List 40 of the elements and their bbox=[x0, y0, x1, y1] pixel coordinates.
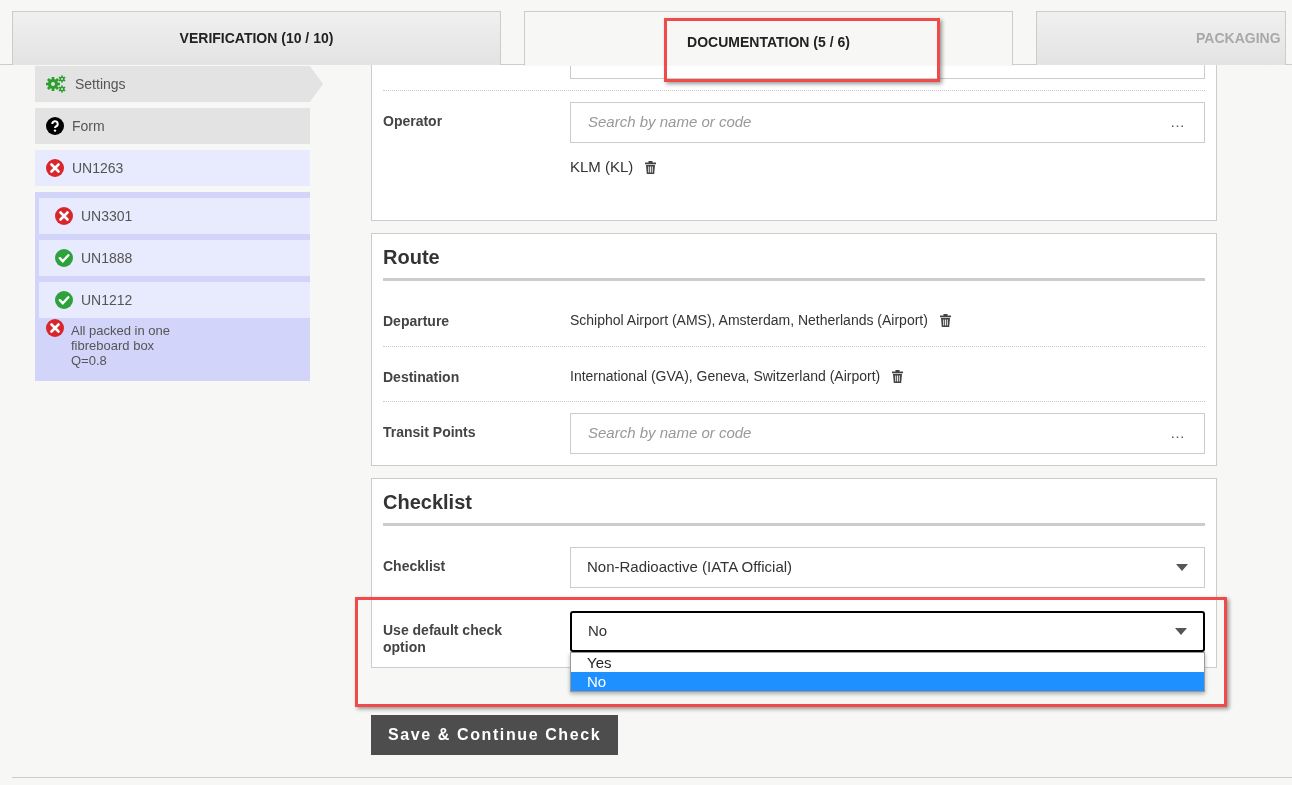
help-icon bbox=[46, 117, 64, 135]
trash-icon[interactable] bbox=[892, 369, 904, 383]
sidebar-item[interactable]: UN1263 bbox=[35, 150, 310, 186]
search-field[interactable]: Search by name or code … bbox=[570, 412, 1205, 454]
error-icon bbox=[46, 319, 64, 337]
error-icon bbox=[46, 159, 64, 177]
more-button[interactable]: … bbox=[1170, 111, 1187, 134]
select-field[interactable]: Non-Radioactive (IATA Official) bbox=[570, 546, 1205, 588]
field-label: Operator bbox=[383, 112, 444, 130]
tab[interactable]: DOCUMENTATION (5 / 6) bbox=[524, 11, 1013, 66]
caret-icon bbox=[1175, 627, 1187, 635]
sidebar-item[interactable]: Form bbox=[35, 108, 310, 144]
error-icon bbox=[55, 207, 73, 225]
trash-icon[interactable] bbox=[939, 313, 951, 327]
field-label: Transit Points bbox=[383, 422, 477, 441]
sidebar-item[interactable]: Settings bbox=[35, 66, 310, 102]
sidebar-item[interactable]: UN1888 bbox=[39, 240, 310, 276]
field-label: Departure bbox=[383, 311, 451, 330]
more-button[interactable]: … bbox=[1170, 421, 1187, 445]
dropdown-option[interactable]: Yes bbox=[571, 652, 1204, 672]
check-icon bbox=[55, 291, 73, 309]
section-title: Checklist bbox=[383, 486, 1205, 526]
select-field[interactable]: No bbox=[570, 610, 1205, 652]
package-note: All packed in one fibreboard box Q=0.8 bbox=[71, 322, 170, 368]
save-button[interactable]: Save & Continue Check bbox=[371, 714, 619, 755]
caret-icon bbox=[1176, 563, 1188, 571]
trash-icon[interactable] bbox=[645, 160, 657, 174]
field-label: Destination bbox=[383, 367, 461, 386]
section-title: Route bbox=[383, 241, 1205, 281]
check-icon bbox=[55, 249, 73, 267]
field-label: Use default check option bbox=[383, 620, 504, 656]
field-value: International (GVA), Geneva, Switzerland (Airport) bbox=[570, 366, 881, 386]
gears-icon bbox=[46, 74, 67, 94]
field-value: Schiphol Airport (AMS), Amsterdam, Netherlands (Airport) bbox=[570, 310, 928, 330]
sidebar-item[interactable]: UN3301 bbox=[39, 198, 310, 234]
search-field[interactable]: Search by name or code … bbox=[570, 102, 1205, 143]
sidebar-item[interactable]: UN1212 bbox=[39, 282, 310, 318]
field-label: Checklist bbox=[383, 556, 447, 575]
tab[interactable]: VERIFICATION (10 / 10) bbox=[12, 11, 501, 65]
selected-value: KLM (KL) bbox=[570, 157, 634, 177]
